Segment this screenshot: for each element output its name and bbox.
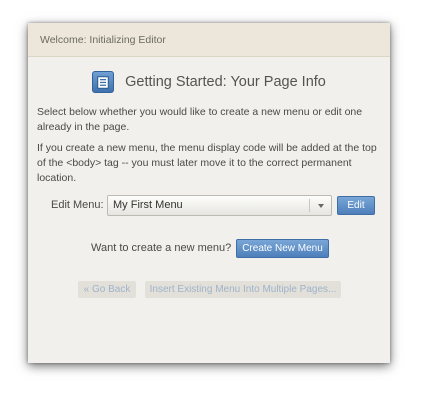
placement-note: If you create a new menu, the menu displ… — [37, 142, 377, 184]
document-list-icon — [92, 71, 115, 93]
go-back-button[interactable]: « Go Back — [78, 281, 136, 298]
menu-select[interactable]: My First Menu — [107, 195, 332, 216]
intro-text: Select below whether you would like to c… — [37, 106, 363, 133]
page-title: Getting Started: Your Page Info — [125, 74, 326, 90]
edit-menu-label: Edit Menu: — [51, 199, 104, 211]
chevron-down-icon[interactable] — [318, 204, 324, 208]
menu-select-value: My First Menu — [113, 199, 183, 211]
edit-menu-row: Edit Menu: My First Menu Edit — [28, 195, 390, 217]
edit-button[interactable]: Edit — [337, 196, 375, 215]
create-menu-prompt: Want to create a new menu? — [91, 242, 232, 254]
select-divider — [309, 199, 310, 212]
insert-existing-menu-button[interactable]: Insert Existing Menu Into Multiple Pages… — [145, 281, 341, 298]
welcome-dialog: Welcome: Initializing Editor Getting Sta… — [28, 23, 390, 363]
create-menu-row: Want to create a new menu? Create New Me… — [28, 239, 390, 259]
section-heading: Getting Started: Your Page Info — [28, 70, 390, 94]
create-new-menu-button[interactable]: Create New Menu — [236, 239, 329, 258]
dialog-title: Welcome: Initializing Editor — [28, 23, 390, 57]
